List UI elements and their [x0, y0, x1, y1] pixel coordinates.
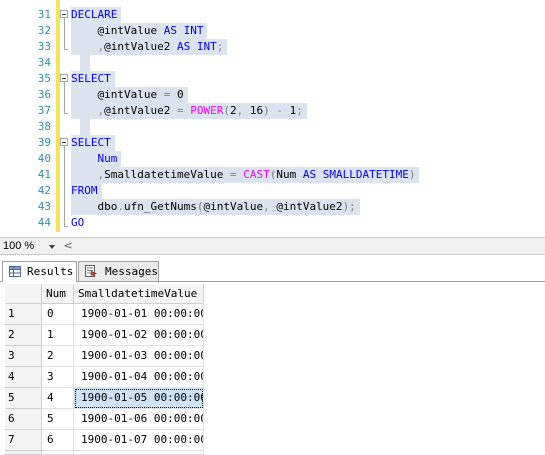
line-number: 42 — [37, 184, 51, 197]
zoom-dropdown[interactable]: 100 % — [0, 239, 58, 254]
line-number: 44 — [37, 216, 51, 229]
code-line: 31 DECLARE — [0, 7, 545, 23]
code-line: 32 @intValue AS INT — [0, 23, 545, 39]
tab-messages-label: Messages — [105, 265, 158, 278]
code-line: 37 ,@intValue2 = POWER(2, 16) - 1; — [0, 103, 545, 119]
tabs-divider — [0, 281, 545, 282]
grid-corner-header[interactable] — [5, 284, 42, 304]
code-line: 40 Num — [0, 151, 545, 167]
row-header[interactable]: 3 — [5, 346, 42, 367]
cell-num[interactable]: 4 — [42, 388, 74, 409]
row-header[interactable]: 6 — [5, 409, 42, 430]
zoom-value: 100 % — [3, 240, 35, 252]
results-tabs: Results Messages — [0, 255, 545, 282]
keyword-declare: DECLARE — [71, 8, 118, 21]
line-number: 31 — [37, 8, 51, 21]
cell-num[interactable]: 1 — [42, 325, 74, 346]
cell-smalldatetimevalue-selected[interactable]: 1900-01-05 00:00:00 — [74, 388, 204, 409]
code-line: 44 GO — [0, 215, 545, 231]
code-text[interactable]: SELECT — [71, 135, 115, 151]
code-line: 33 ,@intValue2 AS INT; — [0, 39, 545, 55]
tab-results-label: Results — [27, 265, 74, 278]
cell-smalldatetimevalue[interactable]: 1900-01-02 00:00:00 — [74, 325, 204, 346]
cell-smalldatetimevalue[interactable]: 1900-01-06 00:00:00 — [74, 409, 204, 430]
code-text[interactable]: @intValue = 0 — [71, 87, 188, 103]
code-text[interactable] — [80, 119, 90, 135]
scroll-left-icon[interactable]: < — [63, 240, 73, 252]
code-line: 42 FROM — [0, 183, 545, 199]
row-header[interactable]: 4 — [5, 367, 42, 388]
code-line: 34 — [0, 55, 545, 71]
code-text[interactable]: GO — [71, 215, 88, 231]
line-number: 34 — [37, 56, 51, 69]
line-number: 35 — [37, 72, 51, 85]
code-text[interactable]: SELECT — [71, 71, 115, 87]
code-line: 38 — [0, 119, 545, 135]
line-number: 37 — [37, 104, 51, 117]
code-text[interactable]: FROM — [71, 183, 102, 199]
tab-results[interactable]: Results — [2, 261, 77, 282]
code-line: 35 SELECT — [0, 71, 545, 87]
row-header[interactable]: 2 — [5, 325, 42, 346]
messages-icon — [85, 265, 97, 277]
code-text[interactable]: DECLARE — [71, 7, 122, 23]
cell-smalldatetimevalue[interactable]: 1900-01-07 00:00:00 — [74, 430, 204, 451]
code-text[interactable]: Num — [71, 151, 122, 167]
row-header[interactable]: 5 — [5, 388, 42, 409]
line-number: 33 — [37, 40, 51, 53]
row-header[interactable]: 1 — [5, 304, 42, 325]
line-number: 39 — [37, 136, 51, 149]
code-text[interactable]: ,@intValue2 AS INT; — [71, 39, 228, 55]
row-header[interactable]: 7 — [5, 430, 42, 451]
line-number: 32 — [37, 24, 51, 37]
line-number: 43 — [37, 200, 51, 213]
code-line: 41 ,SmalldatetimeValue = CAST(Num AS SMA… — [0, 167, 545, 183]
column-header-num[interactable]: Num — [42, 284, 74, 304]
cell-smalldatetimevalue[interactable]: 1900-01-01 00:00:00 — [74, 304, 204, 325]
cell-smalldatetimevalue[interactable] — [74, 451, 204, 455]
cell-smalldatetimevalue[interactable]: 1900-01-03 00:00:00 — [74, 346, 204, 367]
chevron-down-icon — [49, 245, 55, 249]
column-header-smalldatetimevalue[interactable]: SmalldatetimeValue — [74, 284, 204, 304]
code-line: 36 @intValue = 0 — [0, 87, 545, 103]
line-number: 40 — [37, 152, 51, 165]
code-text[interactable]: ,SmalldatetimeValue = CAST(Num AS SMALLD… — [71, 167, 420, 183]
code-line: 39 SELECT — [0, 135, 545, 151]
line-number: 38 — [37, 120, 51, 133]
line-number: 41 — [37, 168, 51, 181]
editor-status-strip: 100 % < — [0, 237, 545, 255]
cell-num[interactable]: 3 — [42, 367, 74, 388]
code-text[interactable]: dbo.ufn_GetNums(@intValue, @intValue2); — [71, 199, 360, 215]
cell-num[interactable] — [42, 451, 74, 455]
cell-num[interactable]: 2 — [42, 346, 74, 367]
code-text[interactable]: @intValue AS INT — [71, 23, 208, 39]
cell-num[interactable]: 0 — [42, 304, 74, 325]
cell-num[interactable]: 6 — [42, 430, 74, 451]
row-header[interactable] — [5, 451, 42, 455]
code-text[interactable] — [80, 55, 90, 71]
cell-num[interactable]: 5 — [42, 409, 74, 430]
code-line: 43 dbo.ufn_GetNums(@intValue, @intValue2… — [0, 199, 545, 215]
sql-editor[interactable]: 31 DECLARE 32 @intValue AS INT 33 ,@intV… — [0, 0, 545, 236]
code-text[interactable]: ,@intValue2 = POWER(2, 16) - 1; — [71, 103, 307, 119]
line-number: 36 — [37, 88, 51, 101]
cell-smalldatetimevalue[interactable]: 1900-01-04 00:00:00 — [74, 367, 204, 388]
grid-icon — [9, 266, 21, 277]
tab-messages[interactable]: Messages — [78, 261, 159, 281]
